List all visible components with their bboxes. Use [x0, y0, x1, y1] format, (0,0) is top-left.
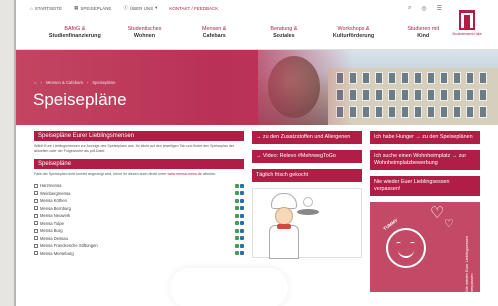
nav-item-beratung[interactable]: Beratung & Soziales [249, 26, 319, 40]
mensa-list-item[interactable]: Mensa Merseburg [34, 250, 244, 258]
mensa-list-item[interactable]: Harzmensa [34, 182, 244, 190]
mensa-list-item[interactable]: Mensa Köthen [34, 197, 244, 205]
home-icon[interactable]: ⌂ [34, 80, 37, 85]
allergen-link[interactable]: → zu den Zusatzstoffen und Allergenen [252, 131, 362, 144]
mensa-list-item[interactable]: Mensa Neuwerk [34, 212, 244, 220]
mensa-list-item[interactable]: Mensa Franckesche Stiftungen [34, 242, 244, 250]
topbar-link-contact[interactable]: KONTAKT / FEEDBACK [169, 6, 218, 11]
mensa-list-item[interactable]: Mensa Bernburg [34, 205, 244, 213]
checkbox[interactable] [34, 251, 38, 256]
mensa-list-item[interactable]: Mensa Tulpe [34, 220, 244, 228]
checkbox[interactable] [34, 228, 38, 233]
chevron-down-icon: ▾ [155, 5, 158, 10]
info-icon [240, 191, 244, 196]
plans-section-heading: Speisepläne [34, 159, 244, 169]
calendar-icon: ▦ [74, 5, 79, 10]
info-icon [240, 236, 244, 241]
studentenwerk-logo[interactable]: Studentenwerk Halle [450, 10, 484, 46]
browser-viewport: ⌂ STARTSEITE ▦ SPEISEPLÄNE ⓘ ÜBER UNS ▾ KONT… [14, 0, 498, 306]
smiley-icon [386, 228, 426, 268]
breadcrumb-item-current: Speisepläne [92, 80, 116, 85]
topbar-link-about[interactable]: ⓘ ÜBER UNS ▾ [123, 5, 157, 11]
leaf-icon [235, 221, 239, 226]
yummy-promo-image[interactable]: ♡ ♡ YUMMY Nie wieder Euer Lieblingsessen… [370, 202, 480, 292]
breadcrumb: ⌂ › Mensen & Cafebars › Speisepläne [34, 80, 116, 85]
logo-mark [459, 10, 475, 30]
mensa-list: Harzmensa Weinbergmensa Mensa Köthen Mensa … [34, 182, 244, 257]
leaf-icon [235, 206, 239, 211]
leaf-icon [235, 236, 239, 241]
page-title: Speisepläne [33, 90, 127, 109]
heart-icon: ♡ [444, 218, 454, 230]
breadcrumb-item-mensen[interactable]: Mensen & Cafebars [46, 80, 83, 85]
info-icon [240, 183, 244, 188]
promo-side-text: Nie wieder Euer Lieblingsessen verpassen [464, 235, 474, 292]
mensa-menu-link[interactable]: www.mensa-menu.de [167, 172, 202, 176]
info-icon [240, 206, 244, 211]
info-icon [240, 228, 244, 233]
hunger-box[interactable]: Ich habe Hunger → zu den Speiseplänen [370, 131, 480, 144]
nav-item-workshops[interactable]: Workshops & Kulturförderung [319, 26, 389, 40]
nav-item-wohnen[interactable]: Studentisches Wohnen [110, 26, 180, 40]
home-icon: ⌂ [30, 5, 33, 11]
page-content: Speisepläne Eurer Lieblingsmensen Wählt … [16, 125, 498, 292]
nav-item-kind[interactable]: Studieren mit Kind [388, 26, 458, 40]
instagram-icon[interactable]: ◎ [421, 5, 426, 12]
checkbox[interactable] [34, 243, 38, 248]
leaf-icon [235, 183, 239, 188]
top-link-bar: ⌂ STARTSEITE ▦ SPEISEPLÄNE ⓘ ÜBER UNS ▾ KONT… [16, 0, 498, 16]
mensa-list-item[interactable]: Mensa Dessau [34, 235, 244, 243]
leaf-icon [235, 198, 239, 203]
checkbox[interactable] [34, 191, 38, 196]
nav-item-mensen[interactable]: Mensen & Cafebars [179, 26, 249, 40]
chef-illustration [252, 188, 362, 259]
hero-overlay [16, 50, 498, 125]
leaf-icon [235, 243, 239, 248]
info-icon [240, 221, 244, 226]
favorite-food-box[interactable]: Nie wieder Euer Lieblingsessen verpassen… [370, 176, 480, 196]
fav-section-heading: Speisepläne Eurer Lieblingsmensen [34, 131, 244, 141]
topbar-link-menus[interactable]: ▦ SPEISEPLÄNE [74, 5, 111, 11]
plans-section-text: Falls der Speiseplan nicht korrekt angez… [34, 172, 217, 176]
main-navigation: BAföG & Studienfinanzierung Studentisches… [16, 16, 498, 50]
checkbox[interactable] [34, 183, 38, 188]
leaf-icon [235, 228, 239, 233]
search-icon[interactable]: ⌕ [408, 5, 411, 12]
info-icon [240, 243, 244, 248]
logo-caption: Studentenwerk Halle [452, 32, 482, 36]
leaf-icon [235, 213, 239, 218]
info-icon [240, 198, 244, 203]
info-icon [240, 251, 244, 256]
relevo-video-link[interactable]: → Video: Relevo #MehrwegToGo [252, 150, 362, 163]
overlay-pill [170, 268, 288, 306]
checkbox[interactable] [34, 206, 38, 211]
checkbox[interactable] [34, 236, 38, 241]
fresh-heading: Täglich frisch gekocht [252, 169, 362, 182]
mensa-list-item[interactable]: Weinbergmensa [34, 190, 244, 198]
checkbox[interactable] [34, 221, 38, 226]
leaf-icon [235, 251, 239, 256]
wohnheim-box[interactable]: Ich suche einen Wohnheimplatz → zur Wohn… [370, 150, 480, 170]
checkbox[interactable] [34, 198, 38, 203]
side-column: Ich habe Hunger → zu den Speiseplänen Ic… [370, 131, 480, 292]
menu-icon[interactable]: ☰ [437, 5, 442, 12]
leaf-icon [235, 191, 239, 196]
info-icon: ⓘ [123, 5, 128, 10]
fav-section-text: Wählt Eure Lieblingsmensen zur Anzeige d… [34, 144, 235, 153]
hero-banner: ⌂ › Mensen & Cafebars › Speisepläne Spei… [16, 50, 498, 125]
info-icon [240, 213, 244, 218]
nav-item-bafoeg[interactable]: BAföG & Studienfinanzierung [40, 26, 110, 40]
mensa-list-item[interactable]: Mensa Burg [34, 227, 244, 235]
topbar-link-home[interactable]: ⌂ STARTSEITE [30, 6, 62, 11]
heart-icon: ♡ [430, 205, 445, 222]
checkbox[interactable] [34, 213, 38, 218]
